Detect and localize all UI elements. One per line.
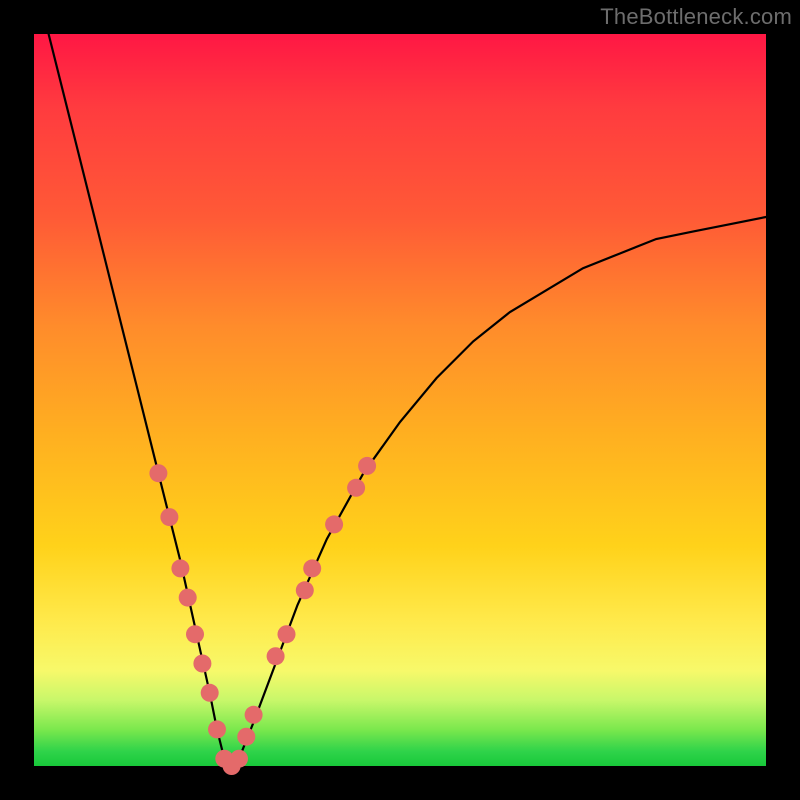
data-marker xyxy=(160,508,178,526)
data-marker xyxy=(186,625,204,643)
chart-frame: TheBottleneck.com xyxy=(0,0,800,800)
data-marker xyxy=(303,559,321,577)
data-marker xyxy=(278,625,296,643)
data-marker xyxy=(201,684,219,702)
data-marker xyxy=(267,647,285,665)
plot-area xyxy=(34,34,766,766)
data-marker xyxy=(208,720,226,738)
marker-group xyxy=(149,457,376,775)
watermark-text: TheBottleneck.com xyxy=(600,4,792,30)
data-marker xyxy=(230,750,248,768)
data-marker xyxy=(245,706,263,724)
data-marker xyxy=(237,728,255,746)
data-marker xyxy=(179,589,197,607)
curve-svg xyxy=(34,34,766,766)
data-marker xyxy=(149,464,167,482)
data-marker xyxy=(171,559,189,577)
bottleneck-curve-path xyxy=(49,34,766,766)
data-marker xyxy=(358,457,376,475)
data-marker xyxy=(193,655,211,673)
data-marker xyxy=(347,479,365,497)
data-marker xyxy=(325,515,343,533)
data-marker xyxy=(296,581,314,599)
